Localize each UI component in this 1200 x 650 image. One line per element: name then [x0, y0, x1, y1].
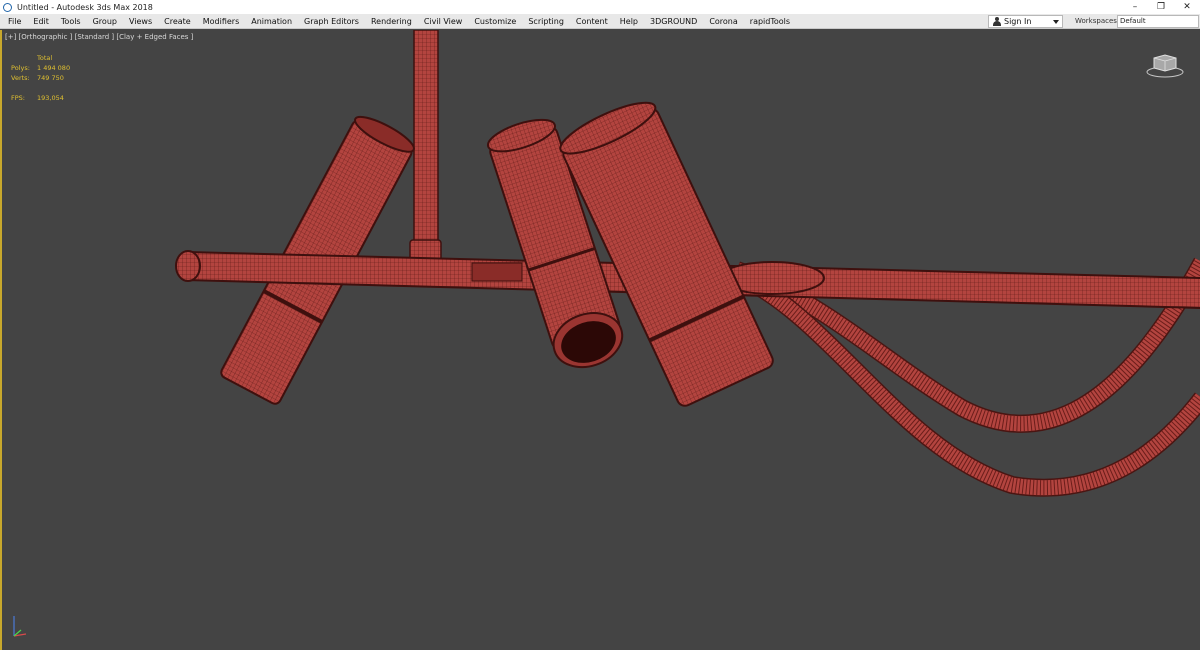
window-controls: – ❐ ✕	[1122, 0, 1200, 14]
menu-item-civil-view[interactable]: Civil View	[418, 14, 469, 29]
workspaces-select[interactable]: Default	[1117, 15, 1199, 28]
user-icon	[993, 17, 1001, 26]
menu-item-rendering[interactable]: Rendering	[365, 14, 418, 29]
viewcube-icon[interactable]	[1145, 50, 1185, 80]
menu-item-animation[interactable]: Animation	[245, 14, 298, 29]
menu-items: File Edit Tools Group Views Create Modifiers An…	[0, 14, 796, 29]
menu-item-corona[interactable]: Corona	[703, 14, 743, 29]
menu-item-create[interactable]: Create	[158, 14, 197, 29]
menu-bar: File Edit Tools Group Views Create Modifiers An…	[0, 14, 1200, 29]
close-button[interactable]: ✕	[1174, 0, 1200, 14]
menu-item-edit[interactable]: Edit	[27, 14, 55, 29]
viewport-label[interactable]: [+] [Orthographic ] [Standard ] [Clay + …	[5, 33, 193, 41]
stats-total-label: Total	[37, 54, 53, 62]
menu-item-rapidtools[interactable]: rapidTools	[744, 14, 796, 29]
menu-item-help[interactable]: Help	[614, 14, 644, 29]
menu-item-3dground[interactable]: 3DGROUND	[644, 14, 703, 29]
polys-value: 1 494 080	[37, 64, 71, 72]
workspaces-label: Workspaces:	[1075, 17, 1120, 25]
stats-overlay: Total Polys: 1 494 080 Verts: 749 750 FP…	[11, 53, 70, 103]
fps-label: FPS:	[11, 94, 25, 102]
window-title: Untitled - Autodesk 3ds Max 2018	[17, 2, 153, 12]
restore-button[interactable]: ❐	[1148, 0, 1174, 14]
title-bar: Untitled - Autodesk 3ds Max 2018 – ❐ ✕	[0, 0, 1200, 14]
scene-render[interactable]	[2, 30, 1200, 650]
menu-item-graph-editors[interactable]: Graph Editors	[298, 14, 365, 29]
chevron-down-icon	[1053, 20, 1059, 24]
menu-item-group[interactable]: Group	[87, 14, 123, 29]
perspective-viewport[interactable]: [+] [Orthographic ] [Standard ] [Clay + …	[0, 30, 1200, 650]
sign-in-label: Sign In	[1004, 17, 1032, 26]
app-logo-icon[interactable]	[3, 2, 12, 12]
menu-item-customize[interactable]: Customize	[468, 14, 522, 29]
verts-value: 749 750	[37, 74, 64, 82]
sign-in-dropdown[interactable]: Sign In	[988, 15, 1063, 28]
axis-tripod-icon	[13, 616, 27, 637]
polys-label: Polys:	[11, 64, 30, 72]
menu-item-modifiers[interactable]: Modifiers	[197, 14, 246, 29]
menu-item-file[interactable]: File	[2, 14, 27, 29]
menu-item-scripting[interactable]: Scripting	[522, 14, 570, 29]
fps-value: 193,054	[37, 94, 64, 102]
menu-item-tools[interactable]: Tools	[55, 14, 87, 29]
menu-item-content[interactable]: Content	[570, 14, 614, 29]
minimize-button[interactable]: –	[1122, 0, 1148, 14]
verts-label: Verts:	[11, 74, 30, 82]
menu-item-views[interactable]: Views	[123, 14, 158, 29]
